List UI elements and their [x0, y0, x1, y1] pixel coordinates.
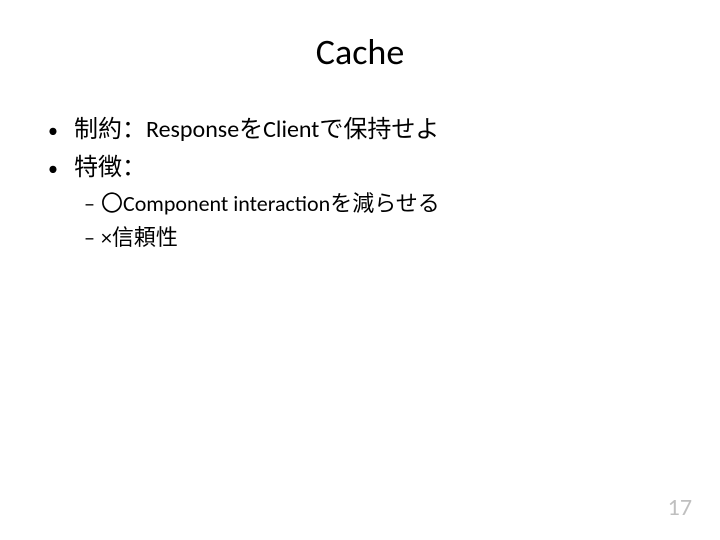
bullet-text: 特徴：	[74, 150, 146, 186]
bullet-dot-icon: •	[48, 154, 62, 184]
bullet-dot-icon: •	[48, 116, 62, 146]
bullet-item: • 特徴：	[48, 150, 680, 186]
bullet-item: • 制約：ResponseをClientで保持せよ	[48, 112, 680, 148]
dash-icon: –	[84, 222, 95, 254]
slide-title: Cache	[40, 30, 680, 74]
sub-bullet-item: – ×信頼性	[48, 222, 680, 254]
sub-bullet-text: ×信頼性	[101, 222, 178, 254]
page-number: 17	[668, 493, 692, 522]
bullet-text: 制約：ResponseをClientで保持せよ	[74, 112, 439, 148]
dash-icon: –	[84, 188, 95, 220]
slide-content: • 制約：ResponseをClientで保持せよ • 特徴： – 〇Compo…	[40, 112, 680, 254]
slide: Cache • 制約：ResponseをClientで保持せよ • 特徴： – …	[0, 0, 720, 540]
sub-bullet-text: 〇Component interactionを減らせる	[101, 188, 440, 220]
sub-bullet-item: – 〇Component interactionを減らせる	[48, 188, 680, 220]
